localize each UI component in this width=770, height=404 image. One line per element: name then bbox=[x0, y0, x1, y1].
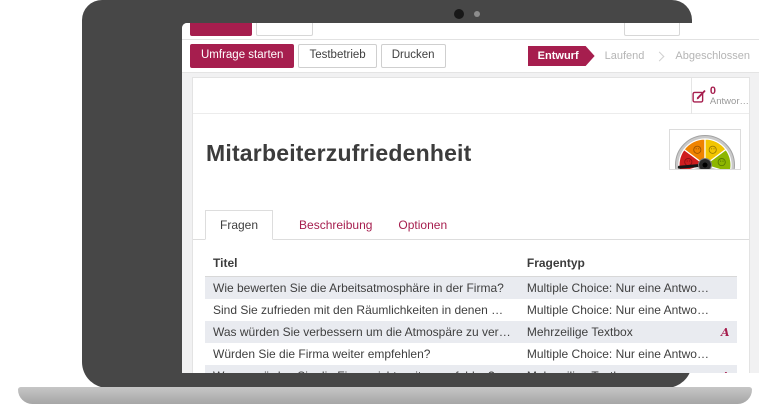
edit-icon bbox=[692, 88, 707, 104]
step-entwurf[interactable]: Entwurf bbox=[528, 46, 595, 66]
content-area: 0 Antwor… Mitarbeiterzufriedenheit bbox=[182, 73, 759, 373]
question-type: Mehrzeilige Textbox bbox=[519, 365, 717, 373]
step-abgeschlossen: Abgeschlossen bbox=[675, 50, 750, 62]
survey-title: Mitarbeiterzufriedenheit bbox=[206, 140, 472, 167]
column-fragentyp: Fragentyp bbox=[519, 253, 717, 277]
card-tabs: Fragen Beschreibung Optionen bbox=[193, 211, 749, 240]
answers-count: 0 bbox=[710, 85, 749, 97]
question-type: Multiple Choice: Nur eine Antwort erlaub… bbox=[519, 299, 717, 321]
laptop-base bbox=[18, 387, 752, 404]
question-title: Würden Sie die Firma weiter empfehlen? bbox=[205, 343, 519, 365]
clipped-secondary-button[interactable] bbox=[256, 23, 313, 36]
tab-optionen[interactable]: Optionen bbox=[398, 211, 447, 239]
camera-led-icon bbox=[474, 11, 480, 17]
tab-beschreibung[interactable]: Beschreibung bbox=[299, 211, 372, 239]
step-laufend: Laufend bbox=[605, 50, 645, 62]
question-title: Wie bewerten Sie die Arbeitsatmosphäre i… bbox=[205, 277, 519, 300]
question-type: Multiple Choice: Nur eine Antwort erlaub… bbox=[519, 343, 717, 365]
tab-fragen[interactable]: Fragen bbox=[205, 210, 273, 240]
question-type: Multiple Choice: Nur eine Antwort erlaub… bbox=[519, 277, 717, 300]
clipped-primary-button[interactable] bbox=[190, 23, 252, 36]
camera-icon bbox=[454, 9, 464, 19]
testbetrieb-button[interactable]: Testbetrieb bbox=[298, 44, 376, 68]
title-row: Mitarbeiterzufriedenheit bbox=[193, 114, 749, 211]
question-title: Was würden Sie verbessern um die Atmospä… bbox=[205, 321, 519, 343]
laptop-screen: Umfrage starten Testbetrieb Drucken Entw… bbox=[182, 23, 759, 373]
text-answer-flag-icon: A bbox=[721, 326, 730, 339]
satisfaction-gauge-image bbox=[669, 129, 741, 170]
question-type: Mehrzeilige Textbox bbox=[519, 321, 717, 343]
chevron-right-icon bbox=[655, 51, 665, 61]
table-row[interactable]: Was würden Sie verbessern um die Atmospä… bbox=[205, 321, 737, 343]
table-row[interactable]: Würden Sie die Firma weiter empfehlen? M… bbox=[205, 343, 737, 365]
laptop-frame: Umfrage starten Testbetrieb Drucken Entw… bbox=[82, 0, 692, 388]
answers-badge[interactable]: 0 Antwor… bbox=[691, 78, 749, 114]
text-answer-flag-icon: A bbox=[721, 370, 730, 373]
table-row[interactable]: Sind Sie zufrieden mit den Räumlichkeite… bbox=[205, 299, 737, 321]
table-row[interactable]: Warum würden Sie die Firma nicht weitere… bbox=[205, 365, 737, 373]
answers-label: Antwor… bbox=[710, 97, 749, 107]
questions-table: Titel Fragentyp Wie bewerten Sie die Arb… bbox=[205, 253, 737, 373]
table-row[interactable]: Wie bewerten Sie die Arbeitsatmosphäre i… bbox=[205, 277, 737, 300]
table-header-row: Titel Fragentyp bbox=[205, 253, 737, 277]
column-flag bbox=[717, 253, 737, 277]
question-title: Warum würden Sie die Firma nicht weitere… bbox=[205, 365, 519, 373]
survey-toolbar: Umfrage starten Testbetrieb Drucken Entw… bbox=[182, 40, 759, 73]
question-title: Sind Sie zufrieden mit den Räumlichkeite… bbox=[205, 299, 519, 321]
clipped-right-button[interactable] bbox=[624, 23, 680, 36]
column-titel: Titel bbox=[205, 253, 519, 277]
umfrage-starten-button[interactable]: Umfrage starten bbox=[190, 44, 294, 68]
card-header: 0 Antwor… bbox=[193, 78, 749, 114]
drucken-button[interactable]: Drucken bbox=[381, 44, 446, 68]
laptop-mockup: Umfrage starten Testbetrieb Drucken Entw… bbox=[0, 0, 770, 404]
survey-card: 0 Antwor… Mitarbeiterzufriedenheit bbox=[192, 77, 750, 373]
clipped-top-toolbar bbox=[182, 23, 759, 40]
workflow-steps: Entwurf Laufend Abgeschlossen bbox=[528, 46, 750, 66]
